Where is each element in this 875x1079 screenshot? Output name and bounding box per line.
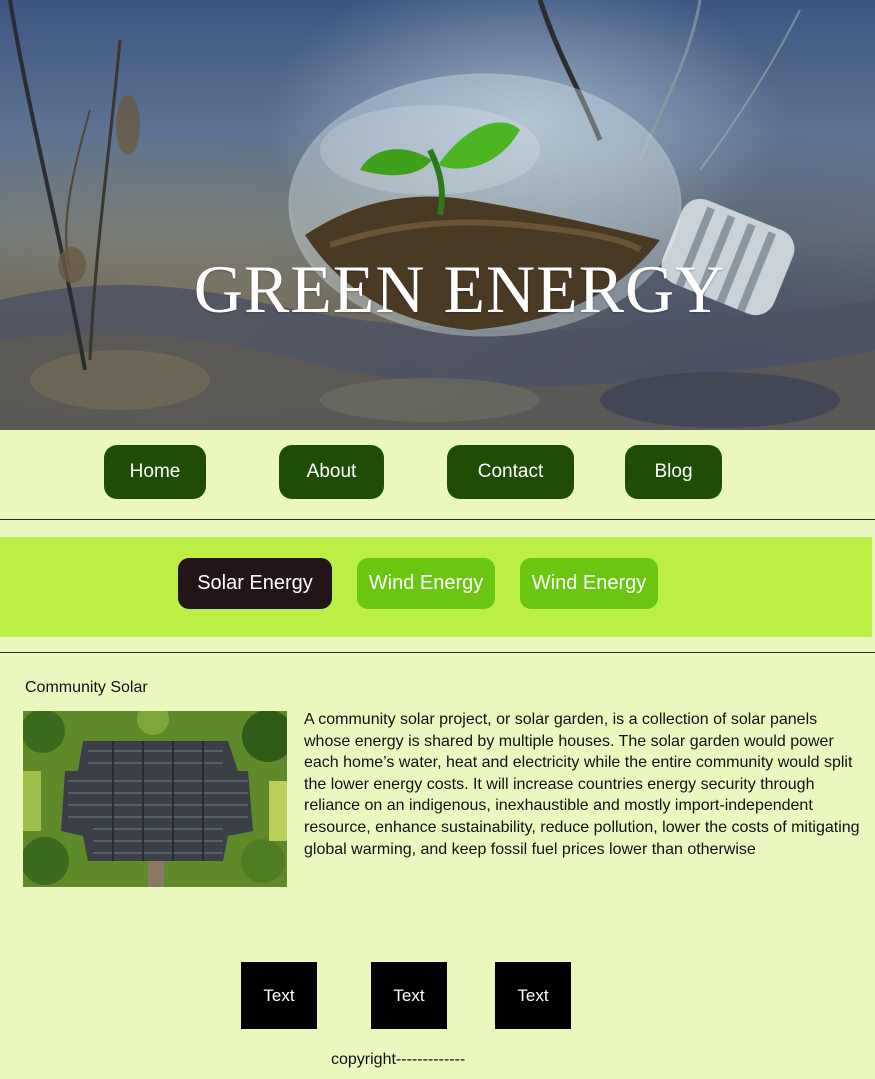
nav-contact-button[interactable]: Contact: [447, 445, 574, 499]
energy-tab-bar: Solar Energy Wind Energy Wind Energy: [0, 537, 872, 637]
tab-wind-energy-2[interactable]: Wind Energy: [520, 558, 658, 609]
hero-banner: GREEN ENERGY: [0, 0, 875, 430]
lightbulb-with-sprout-image: [0, 0, 875, 430]
hero-title: GREEN ENERGY: [193, 251, 726, 327]
nav-home-button[interactable]: Home: [104, 445, 206, 499]
nav-about-button[interactable]: About: [279, 445, 384, 499]
section-title: Community Solar: [25, 679, 148, 696]
footer-text-button-3[interactable]: Text: [495, 962, 571, 1029]
footer-text-button-1[interactable]: Text: [241, 962, 317, 1029]
tab-solar-energy[interactable]: Solar Energy: [178, 558, 332, 609]
solar-panel-roof-aerial-image: [23, 711, 287, 887]
footer-text-button-2[interactable]: Text: [371, 962, 447, 1029]
section-body-text: A community solar project, or solar gard…: [304, 711, 860, 858]
nav-divider: [0, 519, 875, 520]
nav-blog-button[interactable]: Blog: [625, 445, 722, 499]
copyright-text: copyright-------------: [331, 1051, 466, 1068]
tabs-divider: [0, 652, 875, 653]
tab-wind-energy[interactable]: Wind Energy: [357, 558, 495, 609]
